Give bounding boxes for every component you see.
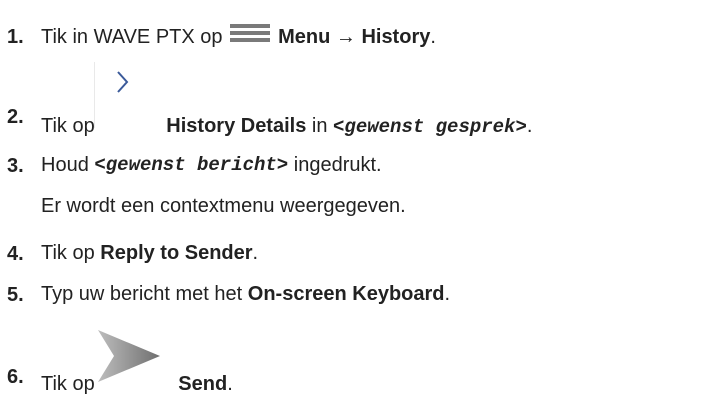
- gewenst-bericht-placeholder: <gewenst bericht>: [94, 154, 289, 176]
- step-text: Tik op History Details in <gewenst gespr…: [41, 62, 533, 142]
- step-text-part: Tik op: [41, 373, 101, 395]
- step-number: 3.: [7, 155, 24, 177]
- period: .: [444, 282, 451, 305]
- step-note-text: Er wordt een contextmenu weergegeven.: [41, 194, 406, 217]
- step-text-part: Houd: [41, 153, 95, 176]
- on-screen-keyboard-label: On-screen Keyboard: [247, 282, 445, 305]
- arrow-separator: →: [330, 25, 362, 48]
- send-arrow-icon: [98, 330, 172, 396]
- step-text: Tik op Reply to Sender .: [41, 238, 258, 268]
- step-text-part: Tik op: [41, 241, 101, 264]
- step-text-part: in: [306, 115, 334, 137]
- step-number: 2.: [7, 106, 24, 128]
- hamburger-menu-icon: [230, 23, 271, 43]
- period: .: [252, 241, 259, 264]
- step-number: 4.: [7, 243, 24, 265]
- step-number: 1.: [7, 26, 24, 48]
- period: .: [526, 115, 533, 137]
- step-text: Tik in WAVE PTX op Menu → History .: [41, 22, 436, 52]
- step-number: 5.: [7, 284, 24, 306]
- step-text: Typ uw bericht met het On-screen Keyboar…: [41, 279, 450, 309]
- step-number: 6.: [7, 366, 24, 388]
- step-text: Houd <gewenst bericht> ingedrukt.: [41, 150, 382, 180]
- reply-to-sender-label: Reply to Sender: [100, 241, 253, 264]
- chevron-right-icon: [94, 62, 166, 138]
- history-details-label: History Details: [166, 115, 307, 137]
- gewenst-gesprek-placeholder: <gewenst gesprek>: [333, 116, 527, 138]
- step-text-part: Typ uw bericht met het: [41, 282, 248, 305]
- period: .: [430, 25, 436, 48]
- step-text-part: Tik in WAVE PTX op: [41, 25, 229, 48]
- step-text-part: Tik op: [41, 115, 101, 137]
- history-label: History: [361, 25, 431, 48]
- period: .: [227, 373, 233, 395]
- step-text-part: ingedrukt.: [288, 153, 382, 176]
- send-label: Send: [178, 373, 228, 395]
- menu-label: Menu: [278, 25, 331, 48]
- step-text: Tik op Send .: [41, 326, 233, 398]
